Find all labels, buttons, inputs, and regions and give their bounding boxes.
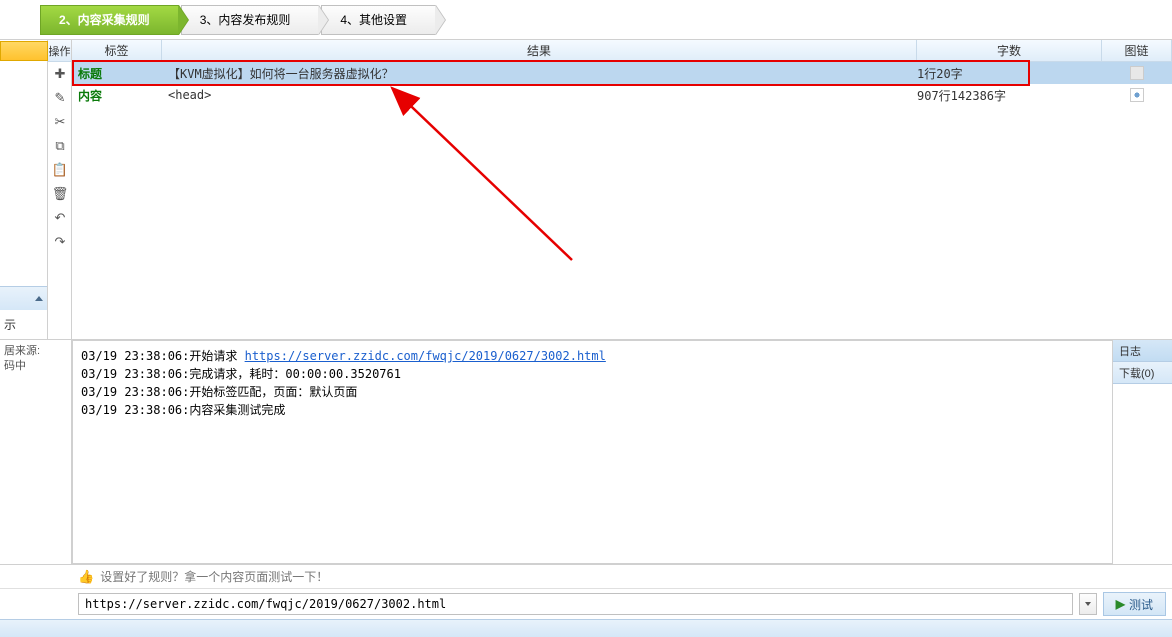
img-indicator-icon: [1130, 66, 1144, 80]
log-link[interactable]: https://server.zzidc.com/fwqjc/2019/0627…: [245, 349, 606, 363]
ops-header: 操作: [48, 40, 71, 62]
edit-icon[interactable]: ✎: [48, 86, 72, 110]
caret-up-icon: [35, 296, 43, 301]
row-count: 1行20字: [917, 65, 1102, 82]
log-panel: 03/19 23:38:06:开始请求 https://server.zzidc…: [0, 339, 1172, 564]
log-line: 03/19 23:38:06:开始标签匹配，页面：默认页面: [81, 383, 1104, 401]
ops-toolbar: 操作 ✚ ✎ ✂ ⧉ 📋 🗑 ↶ ↷: [48, 40, 72, 339]
log-content[interactable]: 03/19 23:38:06:开始请求 https://server.zzidc…: [72, 340, 1112, 564]
log-line: 03/19 23:38:06:内容采集测试完成: [81, 401, 1104, 419]
url-input[interactable]: [78, 593, 1073, 615]
log-side-tabs: 日志 下载(0): [1112, 340, 1172, 564]
left-info-text: 居来源: 码中: [0, 340, 48, 379]
copy-icon[interactable]: ⧉: [48, 134, 72, 158]
play-icon: ▶: [1116, 597, 1125, 611]
undo-icon[interactable]: ↶: [48, 206, 72, 230]
paste-icon[interactable]: 📋: [48, 158, 72, 182]
row-result: <head>: [162, 88, 917, 102]
bottom-hint: 👍 设置好了规则？拿一个内容页面测试一下！: [0, 565, 1172, 589]
url-dropdown[interactable]: [1079, 593, 1097, 615]
img-indicator-icon: [1130, 88, 1144, 102]
left-sidebar: 示: [0, 40, 48, 339]
redo-icon[interactable]: ↷: [48, 230, 72, 254]
wizard-tabs: 2、内容采集规则 3、内容发布规则 4、其他设置: [0, 0, 1172, 40]
sidebar-collapse-toggle[interactable]: [0, 286, 47, 310]
table-header: 标签 结果 字数 图链: [72, 40, 1172, 62]
log-tab-download[interactable]: 下载(0): [1113, 362, 1172, 384]
th-imglink[interactable]: 图链: [1102, 40, 1172, 61]
th-label[interactable]: 标签: [72, 40, 162, 61]
wizard-tab-publish-rules[interactable]: 3、内容发布规则: [181, 5, 320, 35]
delete-icon[interactable]: 🗑: [48, 182, 72, 206]
status-bar: [0, 619, 1172, 637]
sidebar-yellow-marker: [0, 41, 48, 61]
log-line: 03/19 23:38:06:开始请求 https://server.zzidc…: [81, 347, 1104, 365]
hint-text: 设置好了规则？拿一个内容页面测试一下！: [100, 568, 328, 585]
row-imglink: [1102, 88, 1172, 102]
cut-icon[interactable]: ✂: [48, 110, 72, 134]
table-row[interactable]: 内容 <head> 907行142386字: [72, 84, 1172, 106]
chevron-down-icon: [1085, 602, 1091, 606]
log-tab-log[interactable]: 日志: [1113, 340, 1172, 362]
test-button[interactable]: ▶测试: [1103, 592, 1166, 616]
th-count[interactable]: 字数: [917, 40, 1102, 61]
row-count: 907行142386字: [917, 87, 1102, 104]
results-table: 标签 结果 字数 图链 标题 【KVM虚拟化】如何将一台服务器虚拟化？ 1行20…: [72, 40, 1172, 339]
bottom-bar: 👍 设置好了规则？拿一个内容页面测试一下！ ▶测试: [0, 564, 1172, 619]
wizard-tab-other-settings[interactable]: 4、其他设置: [321, 5, 436, 35]
wizard-tab-collection-rules[interactable]: 2、内容采集规则: [40, 5, 179, 35]
th-result[interactable]: 结果: [162, 40, 917, 61]
row-result: 【KVM虚拟化】如何将一台服务器虚拟化？: [162, 65, 917, 82]
add-icon[interactable]: ✚: [48, 62, 72, 86]
row-label: 标题: [72, 65, 162, 82]
row-imglink: [1102, 66, 1172, 80]
table-row[interactable]: 标题 【KVM虚拟化】如何将一台服务器虚拟化？ 1行20字: [72, 62, 1172, 84]
thumbs-up-icon: 👍: [78, 569, 94, 585]
log-line: 03/19 23:38:06:完成请求，耗时：00:00:00.3520761: [81, 365, 1104, 383]
row-label: 内容: [72, 87, 162, 104]
left-hint-label: 示: [0, 310, 47, 339]
